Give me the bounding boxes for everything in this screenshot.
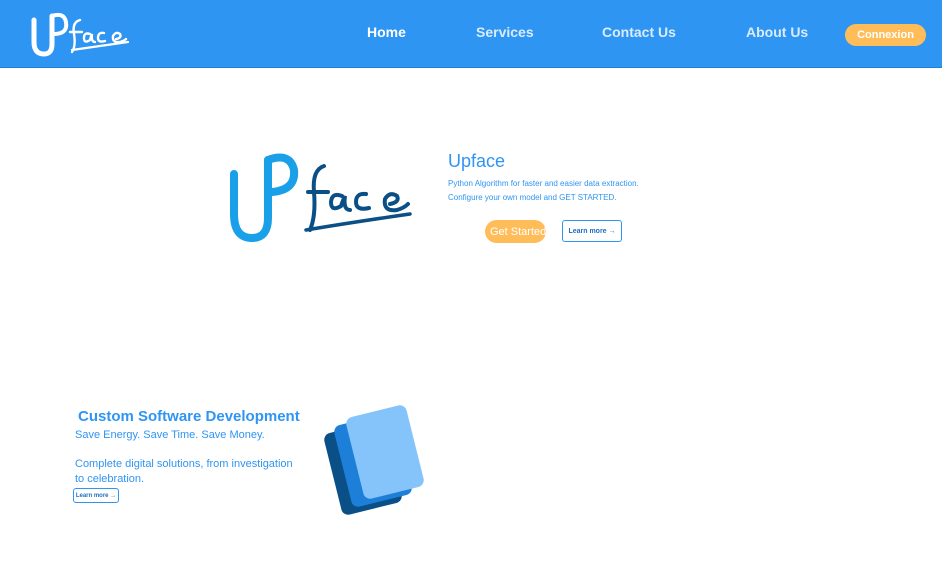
stacked-cards-icon [324, 405, 424, 515]
feature-tagline: Save Energy. Save Time. Save Money. [75, 429, 265, 441]
nav-link-contact-us[interactable]: Contact Us [602, 24, 676, 40]
hero-title: Upface [448, 151, 506, 171]
hero-description-line-2: Configure your own model and GET STARTED… [448, 193, 617, 202]
hero-learn-more-button[interactable]: Learn more → [562, 220, 622, 242]
feature-title: Custom Software Development [78, 408, 300, 425]
nav-link-home[interactable]: Home [367, 24, 406, 40]
feature-description-line-1: Complete digital solutions, from investi… [75, 458, 293, 470]
feature-description-line-2: to celebration. [75, 473, 145, 485]
feature-learn-more-button[interactable]: Learn more → [73, 488, 119, 503]
connexion-button[interactable]: Connexion [845, 24, 926, 46]
get-started-button[interactable]: Get Started [485, 220, 546, 243]
nav-link-about-us[interactable]: About Us [746, 24, 808, 40]
top-navbar: Home Services Contact Us About Us Connex… [0, 0, 942, 68]
upface-logo-icon[interactable] [28, 6, 132, 60]
nav-link-services[interactable]: Services [476, 24, 534, 40]
upface-hero-logo-icon [230, 153, 412, 243]
hero-description-line-1: Python Algorithm for faster and easier d… [448, 179, 639, 188]
